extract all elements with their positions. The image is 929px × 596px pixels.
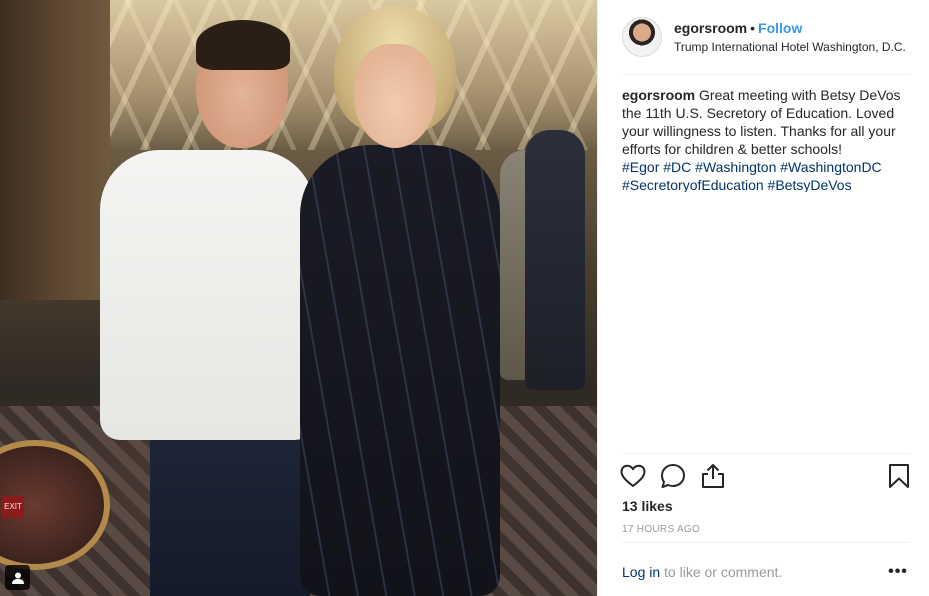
hashtag-link[interactable]: #Washington bbox=[695, 159, 776, 175]
login-prompt: Log in to like or comment. bbox=[622, 564, 782, 580]
bookmark-icon[interactable] bbox=[886, 463, 912, 489]
man-legs bbox=[150, 420, 310, 596]
hashtag-link[interactable]: #SecretoryofEducation bbox=[622, 177, 764, 192]
hashtag-link[interactable]: #Egor bbox=[622, 159, 659, 175]
comment-icon[interactable] bbox=[660, 463, 686, 489]
woman-dress bbox=[300, 145, 500, 596]
post-photo[interactable]: EXIT bbox=[0, 0, 597, 596]
heart-icon[interactable] bbox=[620, 463, 646, 489]
avatar[interactable] bbox=[622, 17, 662, 57]
post-header: egorsroom • Follow Trump International Hot… bbox=[622, 17, 910, 75]
caption-username[interactable]: egorsroom bbox=[622, 87, 695, 103]
user-icon[interactable] bbox=[5, 565, 30, 590]
follow-button[interactable]: Follow bbox=[758, 20, 802, 36]
post-panel: egorsroom • Follow Trump International Hot… bbox=[597, 0, 929, 596]
man-hair bbox=[196, 20, 290, 70]
hashtag-link[interactable]: #WashingtonDC bbox=[780, 159, 881, 175]
post-timestamp[interactable]: 17 HOURS AGO bbox=[622, 524, 700, 535]
hashtag-link[interactable]: #DC bbox=[663, 159, 691, 175]
wall-background bbox=[0, 0, 110, 300]
man-shirt bbox=[100, 150, 315, 440]
post-caption: egorsroom Great meeting with Betsy DeVos… bbox=[622, 86, 912, 192]
separator-dot: • bbox=[750, 20, 756, 36]
background-person bbox=[525, 130, 585, 390]
share-icon[interactable] bbox=[700, 463, 726, 489]
hashtag-link[interactable]: #BetsyDeVos bbox=[768, 177, 852, 192]
more-options-icon[interactable]: ••• bbox=[886, 562, 910, 582]
login-suffix: to like or comment. bbox=[660, 564, 783, 580]
location-link[interactable]: Trump International Hotel Washington, D.… bbox=[674, 40, 910, 54]
comment-bar: Log in to like or comment. ••• bbox=[622, 542, 910, 596]
login-link[interactable]: Log in bbox=[622, 564, 660, 580]
username-row: egorsroom • Follow bbox=[674, 20, 802, 36]
likes-count[interactable]: 13 likes bbox=[622, 498, 673, 514]
actions-divider bbox=[622, 453, 910, 454]
username-link[interactable]: egorsroom bbox=[674, 20, 747, 36]
exit-sign: EXIT bbox=[2, 496, 24, 518]
woman-face bbox=[354, 44, 436, 148]
